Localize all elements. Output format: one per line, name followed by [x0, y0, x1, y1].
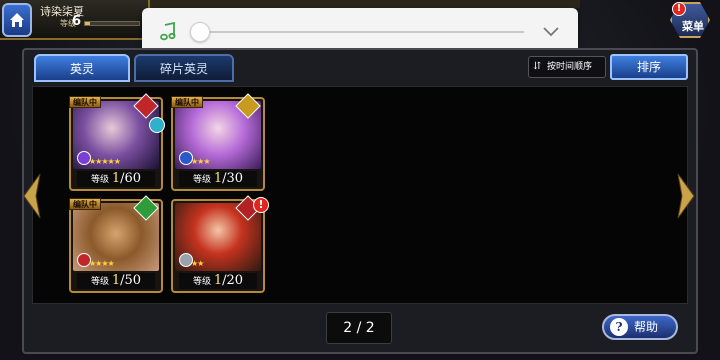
- music-progress-thumb[interactable]: [190, 22, 210, 42]
- hero-level-max: /50: [120, 273, 142, 288]
- up-down-icon: ⇵: [533, 61, 542, 72]
- resource-bar: [140, 0, 580, 8]
- music-note-icon: [160, 22, 176, 41]
- rarity-stars: ★★★★★: [89, 157, 121, 166]
- hero-level: 等级 1/60: [77, 171, 155, 187]
- menu-label: 菜单: [682, 20, 704, 33]
- tab-hero-fragments[interactable]: 碎片英灵: [134, 54, 234, 82]
- hero-level-label: 等级: [192, 277, 211, 287]
- hero-level-label: 等级: [192, 175, 211, 185]
- page-indicator: 2 / 2: [326, 312, 392, 344]
- player-profile[interactable]: 诗染柒夏 等级 6: [0, 0, 150, 40]
- sort-order-toggle[interactable]: ⇵ 按时间顺序: [528, 56, 606, 78]
- player-level: 6: [72, 14, 82, 29]
- hero-card[interactable]: ! ★★ 等级 1/20: [171, 195, 269, 293]
- in-team-badge: 编队中: [69, 198, 101, 210]
- hero-level-max: /30: [222, 171, 244, 186]
- hero-card[interactable]: 编队中 ★★★★★ 等级 1/60: [69, 93, 165, 191]
- hero-card[interactable]: 编队中 ★★★★ 等级 1/50: [69, 195, 163, 293]
- sort-order-label: 按时间顺序: [547, 62, 593, 72]
- home-icon: [10, 13, 24, 27]
- book-icon: [149, 117, 165, 133]
- menu-button[interactable]: 菜单 !: [664, 0, 718, 42]
- question-icon: ?: [610, 318, 628, 336]
- hero-level: 等级 1/30: [179, 171, 257, 187]
- help-button[interactable]: ? 帮助: [602, 314, 678, 340]
- hero-level-current: 1: [213, 171, 223, 186]
- hero-level: 等级 1/50: [77, 273, 155, 289]
- home-button[interactable]: [2, 3, 32, 37]
- hero-level-current: 1: [111, 273, 121, 288]
- sort-button[interactable]: 排序: [610, 54, 688, 80]
- rarity-stars: ★★: [191, 259, 204, 268]
- arrow-right-icon[interactable]: [676, 172, 696, 220]
- rarity-stars: ★★★★: [89, 259, 115, 268]
- hero-level-label: 等级: [90, 175, 109, 185]
- rarity-stars: ★★★: [191, 157, 210, 166]
- chevron-down-icon[interactable]: [542, 24, 560, 38]
- hero-level-max: /60: [120, 171, 142, 186]
- music-progress-track[interactable]: [198, 31, 524, 33]
- hero-level-current: 1: [111, 171, 121, 186]
- help-label: 帮助: [634, 320, 659, 334]
- in-team-badge: 编队中: [69, 96, 101, 108]
- exp-bar-fill: [85, 22, 91, 25]
- exp-bar: [84, 21, 140, 26]
- hero-level: 等级 1/20: [179, 273, 257, 289]
- tab-heroes[interactable]: 英灵: [34, 54, 130, 82]
- hero-level-max: /20: [222, 273, 244, 288]
- in-team-badge: 编队中: [171, 96, 203, 108]
- arrow-left-icon[interactable]: [22, 172, 42, 220]
- alert-badge: !: [253, 197, 269, 213]
- hero-list-panel: 英灵 碎片英灵 ⇵ 按时间顺序 排序 编队中 ★★★★★ 等级 1/60 编队中…: [22, 48, 698, 354]
- hero-card[interactable]: 编队中 ★★★ 等级 1/30: [171, 93, 265, 191]
- menu-alert-badge: !: [672, 2, 686, 16]
- hero-level-current: 1: [213, 273, 223, 288]
- hero-grid: 编队中 ★★★★★ 等级 1/60 编队中 ★★★ 等级 1/30 编队中 ★★…: [32, 86, 688, 304]
- hero-level-label: 等级: [90, 277, 109, 287]
